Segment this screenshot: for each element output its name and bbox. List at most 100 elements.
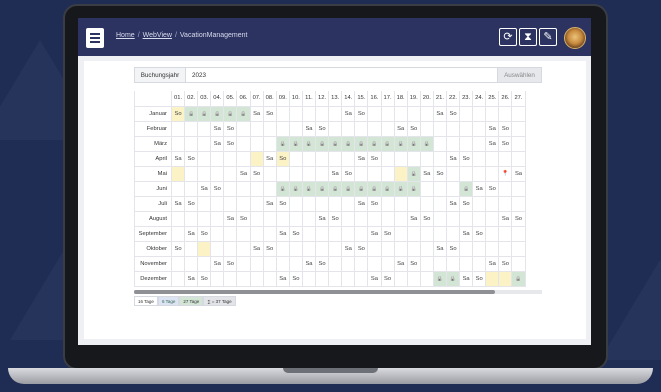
day-cell[interactable]: Sa: [170, 150, 186, 167]
day-cell[interactable]: [406, 105, 421, 122]
day-cell[interactable]: [419, 180, 434, 197]
day-cell[interactable]: [210, 165, 225, 182]
day-cell[interactable]: So: [459, 195, 474, 212]
day-cell[interactable]: [459, 240, 474, 257]
day-cell[interactable]: [367, 210, 382, 227]
day-cell[interactable]: So: [315, 120, 330, 137]
day-cell[interactable]: [367, 120, 382, 137]
day-cell[interactable]: [170, 225, 186, 242]
day-cell[interactable]: So: [223, 120, 238, 137]
breadcrumb-home[interactable]: Home: [116, 32, 135, 39]
booked-day-cell[interactable]: [328, 180, 343, 197]
booked-day-cell[interactable]: [445, 270, 461, 287]
day-cell[interactable]: So: [197, 270, 212, 287]
booked-day-cell[interactable]: [406, 180, 421, 197]
day-cell[interactable]: [249, 150, 264, 167]
day-cell[interactable]: [472, 120, 487, 137]
day-cell[interactable]: So: [498, 135, 513, 152]
day-cell[interactable]: Sa: [432, 105, 447, 122]
day-cell[interactable]: So: [341, 165, 356, 182]
day-cell[interactable]: [498, 180, 513, 197]
booked-day-cell[interactable]: [380, 180, 395, 197]
day-cell[interactable]: Sa: [459, 225, 474, 242]
day-cell[interactable]: [249, 210, 264, 227]
day-cell[interactable]: So: [184, 195, 199, 212]
day-cell[interactable]: Sa: [275, 270, 290, 287]
day-cell[interactable]: [419, 240, 434, 257]
day-cell[interactable]: [301, 225, 317, 242]
day-cell[interactable]: So: [498, 120, 513, 137]
day-cell[interactable]: [288, 195, 303, 212]
day-cell[interactable]: [419, 255, 434, 272]
day-cell[interactable]: [393, 165, 408, 182]
day-cell[interactable]: [236, 225, 251, 242]
day-cell[interactable]: [249, 255, 264, 272]
booked-day-cell[interactable]: [354, 135, 369, 152]
day-cell[interactable]: [485, 225, 500, 242]
day-cell[interactable]: [419, 150, 434, 167]
day-cell[interactable]: [315, 165, 330, 182]
day-cell[interactable]: [210, 240, 225, 257]
day-cell[interactable]: [472, 135, 487, 152]
day-cell[interactable]: Sa: [210, 135, 225, 152]
booked-day-cell[interactable]: [315, 135, 330, 152]
day-cell[interactable]: So: [262, 105, 277, 122]
day-cell[interactable]: [262, 135, 277, 152]
select-year-button[interactable]: Auswählen: [498, 67, 542, 83]
day-cell[interactable]: [249, 270, 264, 287]
day-cell[interactable]: So: [445, 240, 461, 257]
day-cell[interactable]: So: [223, 255, 238, 272]
day-cell[interactable]: Sa: [485, 135, 500, 152]
day-cell[interactable]: [393, 240, 408, 257]
day-cell[interactable]: [511, 105, 526, 122]
day-cell[interactable]: [380, 165, 395, 182]
day-cell[interactable]: So: [354, 105, 369, 122]
day-cell[interactable]: [184, 165, 199, 182]
booked-day-cell[interactable]: [341, 135, 356, 152]
day-cell[interactable]: [380, 150, 395, 167]
day-cell[interactable]: So: [170, 105, 186, 122]
booked-day-cell[interactable]: [393, 135, 408, 152]
day-cell[interactable]: [354, 225, 369, 242]
day-cell[interactable]: [315, 240, 330, 257]
day-cell[interactable]: Sa: [236, 165, 251, 182]
day-cell[interactable]: So: [288, 270, 303, 287]
day-cell[interactable]: [184, 180, 199, 197]
booked-day-cell[interactable]: [367, 180, 382, 197]
booked-day-cell[interactable]: [275, 135, 290, 152]
day-cell[interactable]: [328, 240, 343, 257]
day-cell[interactable]: [419, 105, 434, 122]
day-cell[interactable]: [459, 255, 474, 272]
day-cell[interactable]: [288, 120, 303, 137]
day-cell[interactable]: So: [275, 195, 290, 212]
day-cell[interactable]: Sa: [210, 120, 225, 137]
day-cell[interactable]: So: [170, 240, 186, 257]
day-cell[interactable]: [223, 240, 238, 257]
day-cell[interactable]: [498, 240, 513, 257]
day-cell[interactable]: So: [184, 150, 199, 167]
day-cell[interactable]: Sa: [184, 225, 199, 242]
day-cell[interactable]: [262, 210, 277, 227]
day-cell[interactable]: [354, 165, 369, 182]
day-cell[interactable]: [367, 105, 382, 122]
day-cell[interactable]: [262, 255, 277, 272]
day-cell[interactable]: [328, 225, 343, 242]
day-cell[interactable]: [275, 210, 290, 227]
day-cell[interactable]: [315, 225, 330, 242]
day-cell[interactable]: [511, 255, 526, 272]
day-cell[interactable]: So: [210, 180, 225, 197]
day-cell[interactable]: Sa: [275, 225, 290, 242]
day-cell[interactable]: So: [419, 210, 434, 227]
day-cell[interactable]: [288, 150, 303, 167]
day-cell[interactable]: [341, 150, 356, 167]
day-cell[interactable]: [262, 225, 277, 242]
day-cell[interactable]: [472, 150, 487, 167]
day-cell[interactable]: [511, 135, 526, 152]
day-cell[interactable]: [459, 135, 474, 152]
day-cell[interactable]: So: [367, 195, 382, 212]
day-cell[interactable]: [341, 225, 356, 242]
day-cell[interactable]: [432, 195, 447, 212]
day-cell[interactable]: [367, 255, 382, 272]
day-cell[interactable]: [184, 210, 199, 227]
day-cell[interactable]: So: [236, 210, 251, 227]
